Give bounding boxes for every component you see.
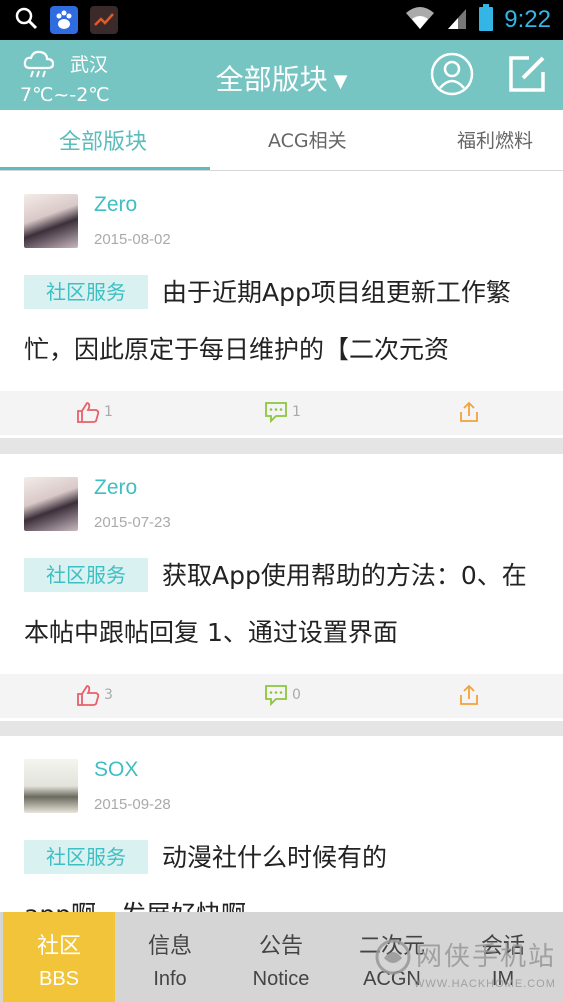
chart-app-icon <box>90 6 118 34</box>
watermark-logo-icon <box>374 938 412 980</box>
post-actions: 1 1 <box>0 391 563 435</box>
comment-button[interactable]: 1 <box>264 401 301 423</box>
compose-icon[interactable] <box>507 54 547 98</box>
wifi-icon <box>404 5 436 35</box>
share-button[interactable] <box>458 684 480 706</box>
baidu-app-icon <box>50 6 78 34</box>
comment-icon <box>265 685 287 706</box>
signal-icon <box>446 5 468 35</box>
like-button[interactable]: 3 <box>76 684 113 706</box>
avatar[interactable] <box>24 759 78 813</box>
nav-info[interactable]: 信息 Info <box>114 912 226 1002</box>
watermark-text: 网侠手机站 <box>416 942 557 972</box>
user-profile-icon[interactable] <box>430 52 474 100</box>
nav-notice[interactable]: 公告 Notice <box>225 912 337 1002</box>
active-tab-indicator <box>0 167 210 170</box>
comment-button[interactable]: 0 <box>264 684 301 706</box>
post-author[interactable]: Zero <box>94 193 137 217</box>
comment-count: 1 <box>292 404 301 420</box>
post-card[interactable]: Zero 2015-07-23 社区服务 获取App使用帮助的方法：0、在本帖中… <box>0 454 563 722</box>
nav-label-zh: 信息 <box>147 934 192 959</box>
tab-all-sections[interactable]: 全部版块 <box>59 124 147 156</box>
like-count: 1 <box>104 404 113 420</box>
watermark-url: WWW.HACKHOME.COM <box>414 978 556 990</box>
thumbs-up-icon <box>77 685 100 706</box>
nav-label-en: Notice <box>252 968 310 990</box>
app-header: 武汉 7℃~-2℃ 全部版块 ▼ <box>0 40 563 110</box>
post-card[interactable]: SOX 2015-09-28 社区服务 动漫社什么时候有的app啊，发展好快啊 <box>0 736 563 912</box>
share-icon <box>460 401 478 422</box>
card-divider <box>0 438 563 454</box>
like-button[interactable]: 1 <box>76 401 113 423</box>
comment-icon <box>265 402 287 423</box>
tab-acg[interactable]: ACG相关 <box>268 126 347 153</box>
tab-welfare[interactable]: 福利燃料 <box>457 126 533 153</box>
chevron-down-icon: ▼ <box>333 70 348 92</box>
battery-icon <box>478 4 494 36</box>
post-date: 2015-08-02 <box>94 231 171 248</box>
post-excerpt[interactable]: 获取App使用帮助的方法：0、在本帖中跟帖回复 1、通过设置界面 <box>24 547 544 661</box>
post-card[interactable]: Zero 2015-08-02 社区服务 由于近期App项目组更新工作繁忙，因此… <box>0 171 563 439</box>
post-excerpt[interactable]: 由于近期App项目组更新工作繁忙，因此原定于每日维护的【二次元资 <box>24 264 544 378</box>
watermark: 网侠手机站 WWW.HACKHOME.COM <box>368 930 563 1002</box>
nav-label-zh: 社区 <box>36 934 81 959</box>
nav-label-en: BBS <box>38 968 80 990</box>
post-actions: 3 0 <box>0 674 563 718</box>
post-author[interactable]: Zero <box>94 476 137 500</box>
page-title: 全部版块 <box>215 63 328 96</box>
post-date: 2015-07-23 <box>94 514 171 531</box>
share-icon <box>460 684 478 705</box>
avatar[interactable] <box>24 194 78 248</box>
clock: 9:22 <box>504 6 551 33</box>
section-selector[interactable]: 全部版块 ▼ <box>0 58 563 98</box>
nav-bbs[interactable]: 社区 BBS <box>3 912 115 1002</box>
nav-label-en: Info <box>153 968 187 990</box>
post-excerpt[interactable]: 动漫社什么时候有的app啊，发展好快啊 <box>24 829 404 912</box>
status-bar: 9:22 <box>0 0 563 40</box>
post-author[interactable]: SOX <box>94 758 138 782</box>
search-icon <box>14 6 38 34</box>
thumbs-up-icon <box>77 402 100 423</box>
share-button[interactable] <box>458 401 480 423</box>
card-divider <box>0 721 563 737</box>
post-date: 2015-09-28 <box>94 796 171 813</box>
section-tabs: 全部版块 ACG相关 福利燃料 <box>0 110 563 171</box>
like-count: 3 <box>104 687 113 703</box>
comment-count: 0 <box>292 687 301 703</box>
nav-label-zh: 公告 <box>258 934 303 959</box>
avatar[interactable] <box>24 477 78 531</box>
